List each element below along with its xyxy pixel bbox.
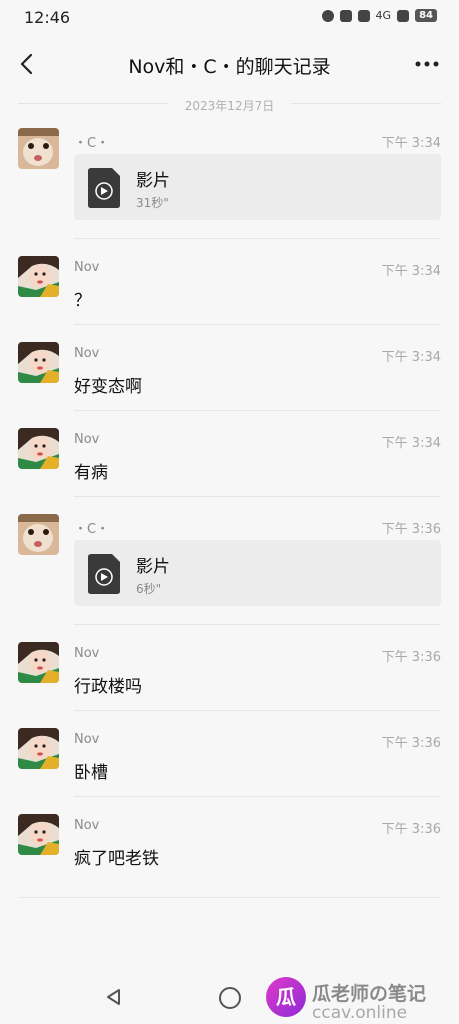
status-bar: 12:46 4G 84 bbox=[0, 0, 459, 36]
avatar-c[interactable] bbox=[18, 514, 59, 555]
system-nav-bar: 瓜 瓜老师の笔记 ccav.online bbox=[0, 965, 459, 1024]
circle-home-icon[interactable] bbox=[219, 987, 241, 1009]
file-name: 影片 bbox=[136, 557, 170, 577]
divider bbox=[74, 710, 441, 711]
message-item: Nov 下午 3:36 行政楼吗 bbox=[0, 642, 459, 711]
avatar-nov[interactable] bbox=[18, 256, 59, 297]
date-label: 2023年12月7日 bbox=[176, 99, 283, 113]
page-title: Nov和・C・的聊天记录 bbox=[128, 56, 331, 78]
divider bbox=[74, 624, 441, 625]
video-file-icon bbox=[88, 168, 120, 208]
message-time: 下午 3:34 bbox=[381, 136, 441, 151]
message-text: 疯了吧老铁 bbox=[74, 849, 159, 869]
message-text: 有病 bbox=[74, 463, 108, 483]
message-item: Nov 下午 3:34 好变态啊 bbox=[0, 342, 459, 411]
message-item: Nov 下午 3:36 卧槽 bbox=[0, 728, 459, 797]
message-time: 下午 3:34 bbox=[381, 350, 441, 365]
sender-name: Nov bbox=[74, 346, 100, 361]
sender-name: Nov bbox=[74, 646, 100, 661]
watermark-url: ccav.online bbox=[312, 1003, 408, 1023]
message-time: 下午 3:36 bbox=[381, 522, 441, 537]
avatar-nov[interactable] bbox=[18, 814, 59, 855]
sender-name: ・C・ bbox=[74, 136, 110, 151]
battery-icon: 84 bbox=[415, 9, 437, 22]
divider bbox=[74, 324, 441, 325]
sender-name: Nov bbox=[74, 732, 100, 747]
watermark-text: 瓜老师の笔记 bbox=[312, 983, 427, 1005]
message-item: ・C・ 下午 3:36 影片 6秒" bbox=[0, 514, 459, 625]
message-time: 下午 3:36 bbox=[381, 736, 441, 751]
message-item: ・C・ 下午 3:34 影片 31秒" bbox=[0, 128, 459, 239]
file-duration: 6秒" bbox=[136, 582, 162, 596]
message-time: 下午 3:34 bbox=[381, 436, 441, 451]
message-time: 下午 3:36 bbox=[381, 822, 441, 837]
date-line-right bbox=[291, 103, 441, 104]
message-text: ？ bbox=[74, 291, 91, 311]
avatar-c[interactable] bbox=[18, 128, 59, 169]
nav-bar: Nov和・C・的聊天记录 bbox=[0, 40, 459, 88]
message-item: Nov 下午 3:34 ？ bbox=[0, 256, 459, 325]
network-label: 4G bbox=[375, 9, 392, 22]
chevron-left-icon[interactable] bbox=[14, 50, 42, 78]
divider bbox=[74, 410, 441, 411]
divider bbox=[74, 796, 441, 797]
message-text: 卧槽 bbox=[74, 763, 108, 783]
sender-name: Nov bbox=[74, 260, 100, 275]
divider bbox=[74, 496, 441, 497]
divider bbox=[74, 238, 441, 239]
date-line-left bbox=[18, 103, 168, 104]
avatar-nov[interactable] bbox=[18, 342, 59, 383]
avatar-nov[interactable] bbox=[18, 642, 59, 683]
video-file-icon bbox=[88, 554, 120, 594]
file-duration: 31秒" bbox=[136, 196, 169, 210]
message-item: Nov 下午 3:34 有病 bbox=[0, 428, 459, 497]
status-icons: 4G 84 bbox=[321, 9, 437, 22]
avatar-nov[interactable] bbox=[18, 728, 59, 769]
vibrate-icon bbox=[339, 9, 352, 22]
avatar-nov[interactable] bbox=[18, 428, 59, 469]
more-dots-icon[interactable] bbox=[411, 52, 443, 76]
sender-name: Nov bbox=[74, 432, 100, 447]
triangle-back-icon[interactable] bbox=[104, 987, 124, 1007]
file-name: 影片 bbox=[136, 171, 170, 191]
hd-icon bbox=[357, 9, 370, 22]
list-end-divider bbox=[18, 897, 441, 898]
message-time: 下午 3:34 bbox=[381, 264, 441, 279]
sender-name: Nov bbox=[74, 818, 100, 833]
sender-name: ・C・ bbox=[74, 522, 110, 537]
date-separator: 2023年12月7日 bbox=[18, 95, 441, 113]
status-time: 12:46 bbox=[24, 8, 71, 27]
message-text: 好变态啊 bbox=[74, 377, 142, 397]
message-text: 行政楼吗 bbox=[74, 677, 142, 697]
file-card[interactable]: 影片 31秒" bbox=[74, 154, 441, 220]
file-card[interactable]: 影片 6秒" bbox=[74, 540, 441, 606]
message-item: Nov 下午 3:36 疯了吧老铁 bbox=[0, 814, 459, 882]
alarm-icon bbox=[321, 9, 334, 22]
message-time: 下午 3:36 bbox=[381, 650, 441, 665]
watermark-logo: 瓜 bbox=[266, 977, 306, 1017]
wifi-icon bbox=[397, 9, 410, 22]
